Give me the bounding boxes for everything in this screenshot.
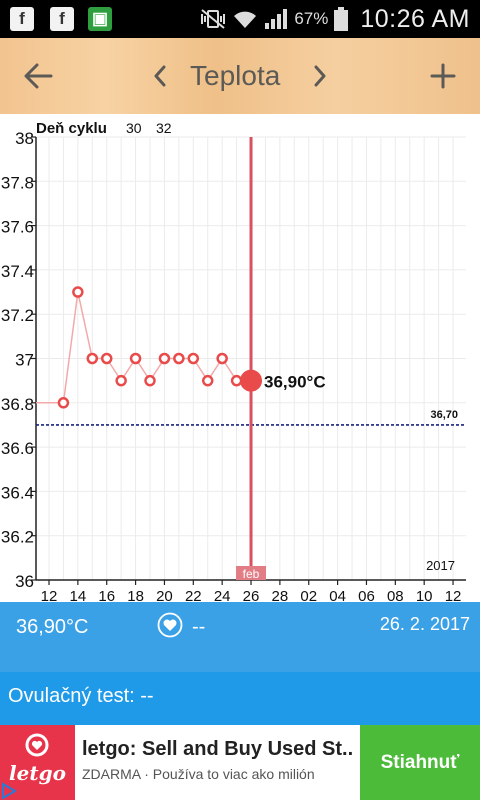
cycle-day-label-2: 32 [156, 120, 172, 136]
facebook-notification-icon: f [10, 7, 34, 31]
x-tick-label: 26 [243, 588, 260, 602]
add-button[interactable] [420, 38, 466, 114]
ad-title[interactable]: letgo: Sell and Buy Used St... [82, 738, 354, 761]
facebook-notification-icon-2: f [50, 7, 74, 31]
x-tick-label: 02 [300, 588, 317, 602]
month-marker-label: feb [243, 567, 260, 581]
install-button[interactable]: Stiahnuť [360, 725, 480, 800]
cycle-day-label-1: 30 [126, 120, 142, 136]
next-button[interactable] [306, 38, 334, 114]
year-label: 2017 [426, 558, 455, 573]
x-tick-label: 06 [358, 588, 375, 602]
data-point[interactable] [86, 352, 99, 365]
wifi-icon [234, 11, 257, 28]
battery-icon [334, 7, 349, 31]
data-point[interactable] [129, 352, 142, 365]
y-tick-label: 37.8 [1, 173, 34, 192]
ovulation-test-row[interactable]: Ovulačný test: -- [0, 672, 480, 725]
ad-subtitle: ZDARMA · Používa to viac ako milión [82, 766, 315, 782]
y-tick-label: 37 [15, 351, 34, 370]
selected-date: 26. 2. 2017 [379, 614, 470, 634]
x-tick-label: 12 [41, 588, 58, 602]
battery-percent: 67% [294, 9, 329, 28]
x-tick-label: 04 [329, 588, 346, 602]
y-tick-label: 37.6 [1, 218, 34, 237]
y-tick-label: 36.6 [1, 439, 34, 458]
signal-icon [265, 9, 288, 29]
data-point[interactable] [72, 286, 84, 298]
toolbar: Teplota [0, 38, 480, 116]
letgo-pin-icon [25, 733, 49, 757]
temperature-chart[interactable]: 36 36.2 36.4 36.6 36.8 37 37.2 37.4 37.6 37.8 38 1… [0, 114, 480, 605]
ovulation-test-label: Ovulačný test: -- [8, 685, 154, 707]
arrow-left-icon [24, 63, 53, 89]
x-tick-label: 14 [70, 588, 87, 602]
y-tick-label: 38 [15, 129, 34, 148]
baseline-label: 36,70 [430, 409, 458, 421]
x-tick-label: 28 [272, 588, 289, 602]
x-tick-label: 20 [156, 588, 173, 602]
data-point[interactable] [57, 397, 70, 409]
data-point[interactable] [187, 352, 200, 365]
data-point[interactable] [230, 374, 243, 387]
data-point[interactable] [158, 352, 171, 365]
data-point[interactable] [173, 352, 185, 365]
selected-value-label: 36,90°C [264, 373, 326, 392]
data-point[interactable] [201, 374, 214, 387]
data-point[interactable] [100, 352, 113, 365]
series-line [62, 291, 252, 403]
heart-icon[interactable] [157, 612, 183, 638]
page-title: Teplota [190, 60, 281, 91]
x-axis-title: Deň cyklu [36, 120, 107, 137]
x-tick-label: 18 [127, 588, 144, 602]
temperature-value: 36,90°C [16, 616, 89, 638]
previous-button[interactable] [146, 38, 174, 114]
y-tick-label: 36.8 [1, 395, 34, 414]
x-tick-label: 08 [387, 588, 404, 602]
chevron-right-icon [314, 65, 326, 87]
vibrate-mute-icon [201, 9, 226, 29]
y-tick-label: 37.2 [1, 306, 34, 325]
x-tick-label: 16 [98, 588, 115, 602]
y-tick-label: 36.4 [1, 483, 34, 502]
plus-icon [430, 63, 456, 89]
info-panel[interactable]: 36,90°C -- 26. 2. 2017 [0, 602, 480, 672]
y-tick-label: 36.2 [1, 528, 34, 547]
x-tick-label: 12 [445, 588, 462, 602]
data-point[interactable] [144, 374, 156, 387]
x-tick-label: 22 [185, 588, 202, 602]
status-bar: f f ▣ 67% 10:26 AM [0, 0, 480, 38]
app-notification-icon: ▣ [88, 7, 112, 31]
y-tick-label: 37.4 [1, 262, 34, 281]
clock: 10:26 AM [360, 4, 470, 33]
data-point[interactable] [216, 352, 228, 365]
chart-svg: 36 36.2 36.4 36.6 36.8 37 37.2 37.4 37.6 37.8 38 1… [1, 120, 466, 605]
chevron-left-icon [154, 65, 166, 87]
x-tick-label: 24 [214, 588, 231, 602]
heart-value: -- [192, 616, 206, 638]
selected-data-point[interactable] [240, 369, 263, 392]
y-tick-label: 36 [15, 572, 34, 591]
adchoices-icon[interactable] [0, 782, 18, 800]
x-tick-label: 10 [416, 588, 433, 602]
back-button[interactable] [14, 38, 62, 114]
data-point[interactable] [115, 374, 127, 387]
ad-banner[interactable]: letgo letgo: Sell and Buy Used St... ZDA… [0, 725, 480, 800]
